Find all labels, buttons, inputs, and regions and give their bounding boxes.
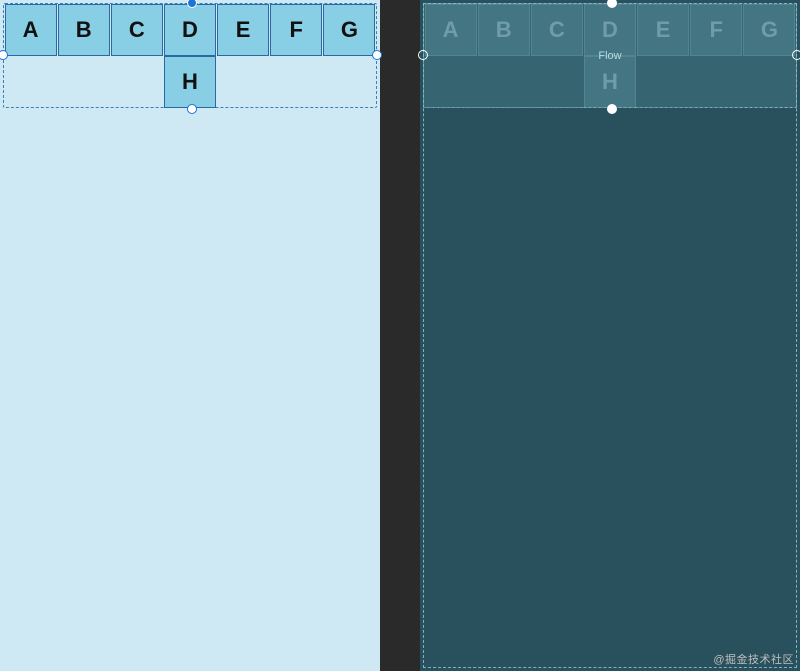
tile-label: E — [656, 17, 671, 43]
tile-b[interactable]: B — [58, 4, 110, 56]
resize-handle-right[interactable] — [372, 50, 382, 60]
tile-label: B — [76, 17, 92, 43]
watermark: @掘金技术社区 — [713, 651, 794, 667]
tile-f[interactable]: F — [690, 4, 742, 56]
tile-g[interactable]: G — [743, 4, 795, 56]
tile-a[interactable]: A — [425, 4, 477, 56]
design-canvas: A B C D E F G H A B C D E F G H Flow — [0, 0, 800, 671]
tile-label: H — [182, 69, 198, 95]
tile-label: H — [602, 69, 618, 95]
tile-f[interactable]: F — [270, 4, 322, 56]
tile-e[interactable]: E — [637, 4, 689, 56]
tile-label: B — [496, 17, 512, 43]
flow-container-left[interactable]: A B C D E F G H — [3, 3, 377, 108]
tile-a[interactable]: A — [5, 4, 57, 56]
tile-label: G — [341, 17, 358, 43]
tile-d[interactable]: D — [164, 4, 216, 56]
tile-c[interactable]: C — [111, 4, 163, 56]
tile-label: D — [182, 17, 198, 43]
tile-h[interactable]: H — [164, 56, 216, 108]
tile-label: E — [236, 17, 251, 43]
resize-handle-bottom[interactable] — [187, 104, 197, 114]
tile-label: F — [710, 17, 723, 43]
tile-label: D — [602, 17, 618, 43]
device-frame-right: A B C D E F G H Flow — [420, 0, 800, 671]
tile-label: A — [23, 17, 39, 43]
tile-e[interactable]: E — [217, 4, 269, 56]
resize-handle-left[interactable] — [418, 50, 428, 60]
tile-label: G — [761, 17, 778, 43]
tile-c[interactable]: C — [531, 4, 583, 56]
tile-label: C — [129, 17, 145, 43]
tile-label: F — [290, 17, 303, 43]
tile-label: C — [549, 17, 565, 43]
device-frame-left: A B C D E F G H — [0, 0, 380, 671]
tile-h[interactable]: H — [584, 56, 636, 108]
flow-container-right[interactable]: A B C D E F G H — [423, 3, 797, 108]
resize-handle-bottom[interactable] — [607, 104, 617, 114]
tile-d[interactable]: D — [584, 4, 636, 56]
tile-label: A — [443, 17, 459, 43]
tile-g[interactable]: G — [323, 4, 375, 56]
tile-b[interactable]: B — [478, 4, 530, 56]
resize-handle-right[interactable] — [792, 50, 800, 60]
